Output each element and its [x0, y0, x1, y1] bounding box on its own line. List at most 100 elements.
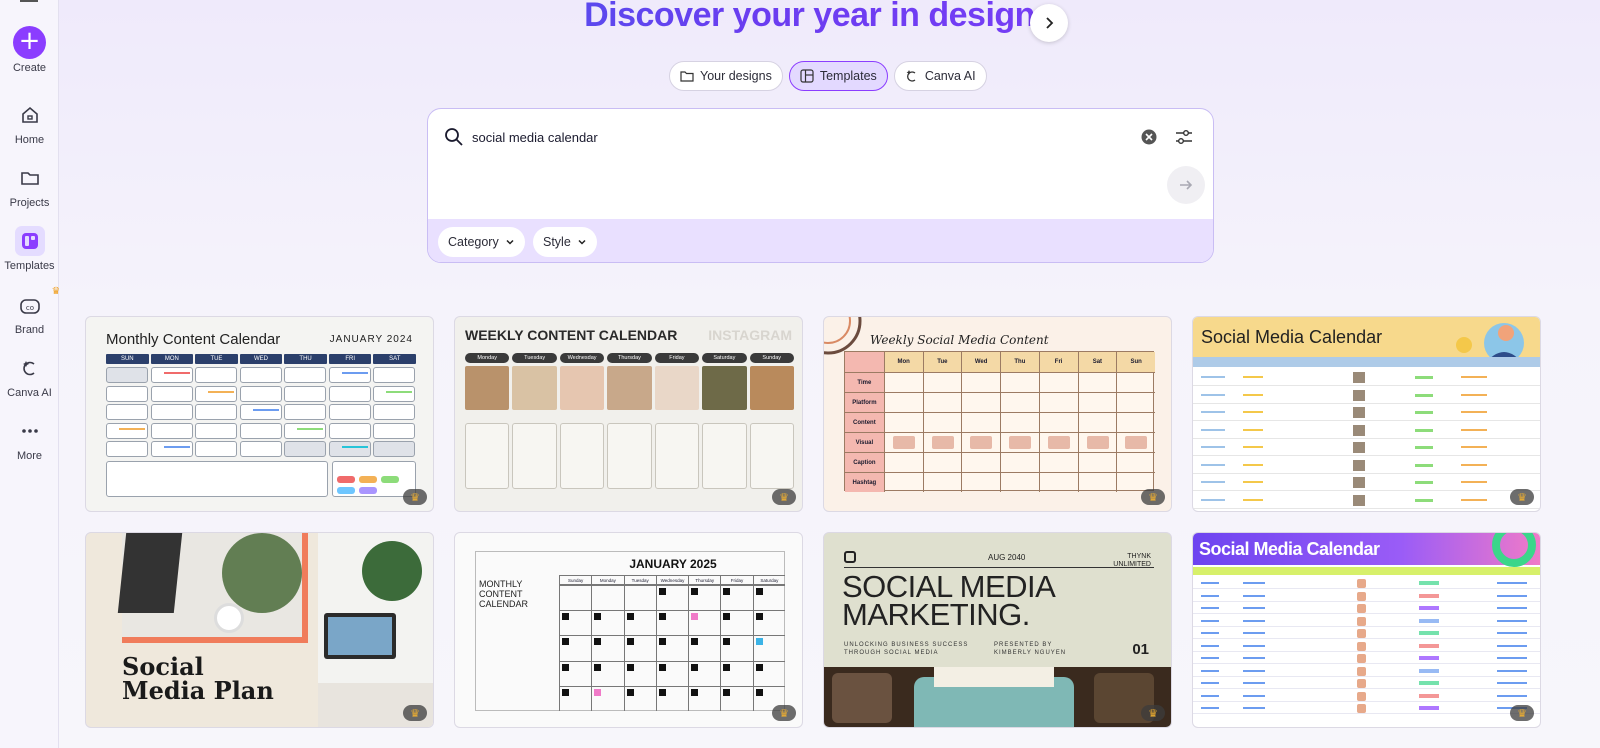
- row-label: Time: [845, 372, 884, 392]
- template-card[interactable]: JANUARY 2025 MONTHLY CONTENT CALENDAR Su…: [454, 532, 803, 728]
- cell-bar: [1243, 694, 1265, 697]
- visual-thumb: [1353, 494, 1365, 506]
- calendar-cell: [373, 385, 415, 402]
- calendar-cell: [239, 404, 282, 421]
- table-row: [1193, 627, 1540, 639]
- template-card[interactable]: Social Media Calendar ♛: [1192, 532, 1541, 728]
- calendar-cell: [559, 635, 592, 661]
- main-content: Discover your year in design Your design…: [59, 0, 1600, 748]
- status-bar: [1415, 411, 1433, 414]
- cell-bar: [1243, 463, 1263, 466]
- date-marker: [562, 688, 569, 696]
- sidebar-item-templates[interactable]: Templates: [0, 226, 59, 272]
- event-bar: [341, 446, 368, 449]
- visual-thumb: [1357, 666, 1366, 676]
- category-filter[interactable]: Category: [438, 227, 525, 257]
- create-button[interactable]: +: [13, 26, 46, 59]
- grid-cell: [922, 452, 962, 472]
- calendar-cell: [623, 685, 656, 711]
- day-header-row: Monday Tuesday Wednesday Thursday Friday Satu…: [465, 353, 794, 363]
- event-bar: [119, 427, 145, 430]
- visual-thumb: [931, 436, 954, 449]
- template-title: SOCIAL MEDIA MARKETING.: [842, 569, 1054, 632]
- corner-cell: [845, 352, 884, 372]
- tab-your-designs[interactable]: Your designs: [669, 61, 783, 91]
- day-header-row: SUN MON TUE WED THU FRI SAT: [106, 354, 417, 364]
- sidebar-item-canva-ai[interactable]: Canva AI: [0, 353, 59, 399]
- calendar-cell: [150, 367, 193, 383]
- calendar-cell: [559, 660, 592, 686]
- cell-bar: [1461, 376, 1487, 378]
- day-header: Thu: [1000, 352, 1039, 372]
- cell-bar: [1461, 481, 1487, 483]
- sidebar-item-brand[interactable]: co ♛ Brand: [0, 286, 61, 336]
- tab-canva-ai[interactable]: Canva AI: [893, 61, 987, 91]
- day-header: SAT: [373, 354, 417, 364]
- visual-thumb: [1353, 424, 1365, 436]
- day-header: Sat: [1077, 352, 1117, 372]
- cell-bar: [1497, 682, 1527, 684]
- search-input[interactable]: social media calendar: [472, 130, 598, 145]
- sidebar-item-home[interactable]: Home: [0, 100, 59, 146]
- day-header: Monday: [465, 353, 510, 363]
- template-card[interactable]: Social Media Calendar ♛: [1192, 316, 1541, 512]
- grid-cell: [1116, 412, 1155, 432]
- crown-icon: ♛: [779, 707, 789, 720]
- calendar-cell: [239, 441, 282, 458]
- table-body: [1193, 577, 1540, 717]
- row-label: Content: [845, 412, 884, 432]
- sidebar-item-more[interactable]: More: [0, 416, 59, 462]
- calendar-cell: [239, 385, 282, 402]
- grid-cell: [961, 452, 1000, 472]
- event-bar: [341, 372, 368, 374]
- date-marker: [723, 638, 731, 646]
- tab-label: Templates: [819, 69, 877, 83]
- sidebar-item-label: Home: [14, 134, 45, 146]
- visual-thumb: [1353, 477, 1365, 488]
- cell-bar: [1201, 682, 1219, 684]
- status-tag: [1419, 693, 1439, 698]
- template-card[interactable]: Monthly Content Calendar JANUARY 2024 SU…: [85, 316, 434, 512]
- calendar-cell: [720, 635, 753, 661]
- table-row: [1193, 602, 1540, 614]
- style-filter[interactable]: Style: [533, 227, 597, 257]
- cell-bar: [1201, 376, 1225, 378]
- template-card[interactable]: Social Media Plan ♛: [85, 532, 434, 728]
- day-header: Sunday: [749, 353, 794, 363]
- premium-crown-badge: ♛: [403, 705, 427, 721]
- clear-search-button[interactable]: [1141, 129, 1157, 150]
- crown-icon: ♛: [1517, 707, 1527, 720]
- cell-bar: [1497, 644, 1527, 647]
- grid-cell: [1116, 452, 1155, 472]
- table-row: [1193, 474, 1540, 491]
- grid-cell: [1000, 432, 1039, 452]
- menu-icon[interactable]: [20, 0, 38, 2]
- calendar-cell: [195, 404, 237, 421]
- sidebar-item-projects[interactable]: Projects: [0, 163, 59, 209]
- template-card[interactable]: AUG 2040 THYNK UNLIMITED SOCIAL MEDIA MA…: [823, 532, 1172, 728]
- date-marker: [755, 613, 763, 621]
- tab-label: Canva AI: [924, 69, 976, 83]
- grid-cell: [883, 432, 923, 452]
- filter-settings-button[interactable]: [1175, 129, 1193, 150]
- calendar-cell: [655, 685, 689, 711]
- template-card[interactable]: WEEKLY CONTENT CALENDAR INSTAGRAM Monday…: [454, 316, 803, 512]
- submit-search-button[interactable]: [1167, 166, 1205, 204]
- calendar-cell: [720, 610, 753, 636]
- date-marker: [691, 613, 699, 621]
- template-title: Monthly Content Calendar: [106, 331, 281, 348]
- hero-next-button[interactable]: [1030, 4, 1068, 42]
- caption-row: [465, 423, 794, 489]
- tab-templates[interactable]: Templates: [788, 61, 888, 91]
- filter-bar: Category Style: [428, 219, 1213, 262]
- grid-cell: [1000, 472, 1039, 492]
- template-card[interactable]: Weekly Social Media Content Mon Tue Wed Thu…: [823, 316, 1172, 512]
- filter-label: Style: [543, 235, 571, 249]
- chevron-right-icon: [1046, 17, 1054, 29]
- day-header: Tuesday: [512, 353, 557, 363]
- day-header: FRI: [328, 354, 372, 364]
- calendar-cell: [655, 635, 689, 661]
- sidebar: + Create Home Projects Templates co ♛ Br…: [0, 0, 61, 748]
- sidebar-item-label: Brand: [14, 324, 45, 336]
- status-tag: [1419, 681, 1439, 685]
